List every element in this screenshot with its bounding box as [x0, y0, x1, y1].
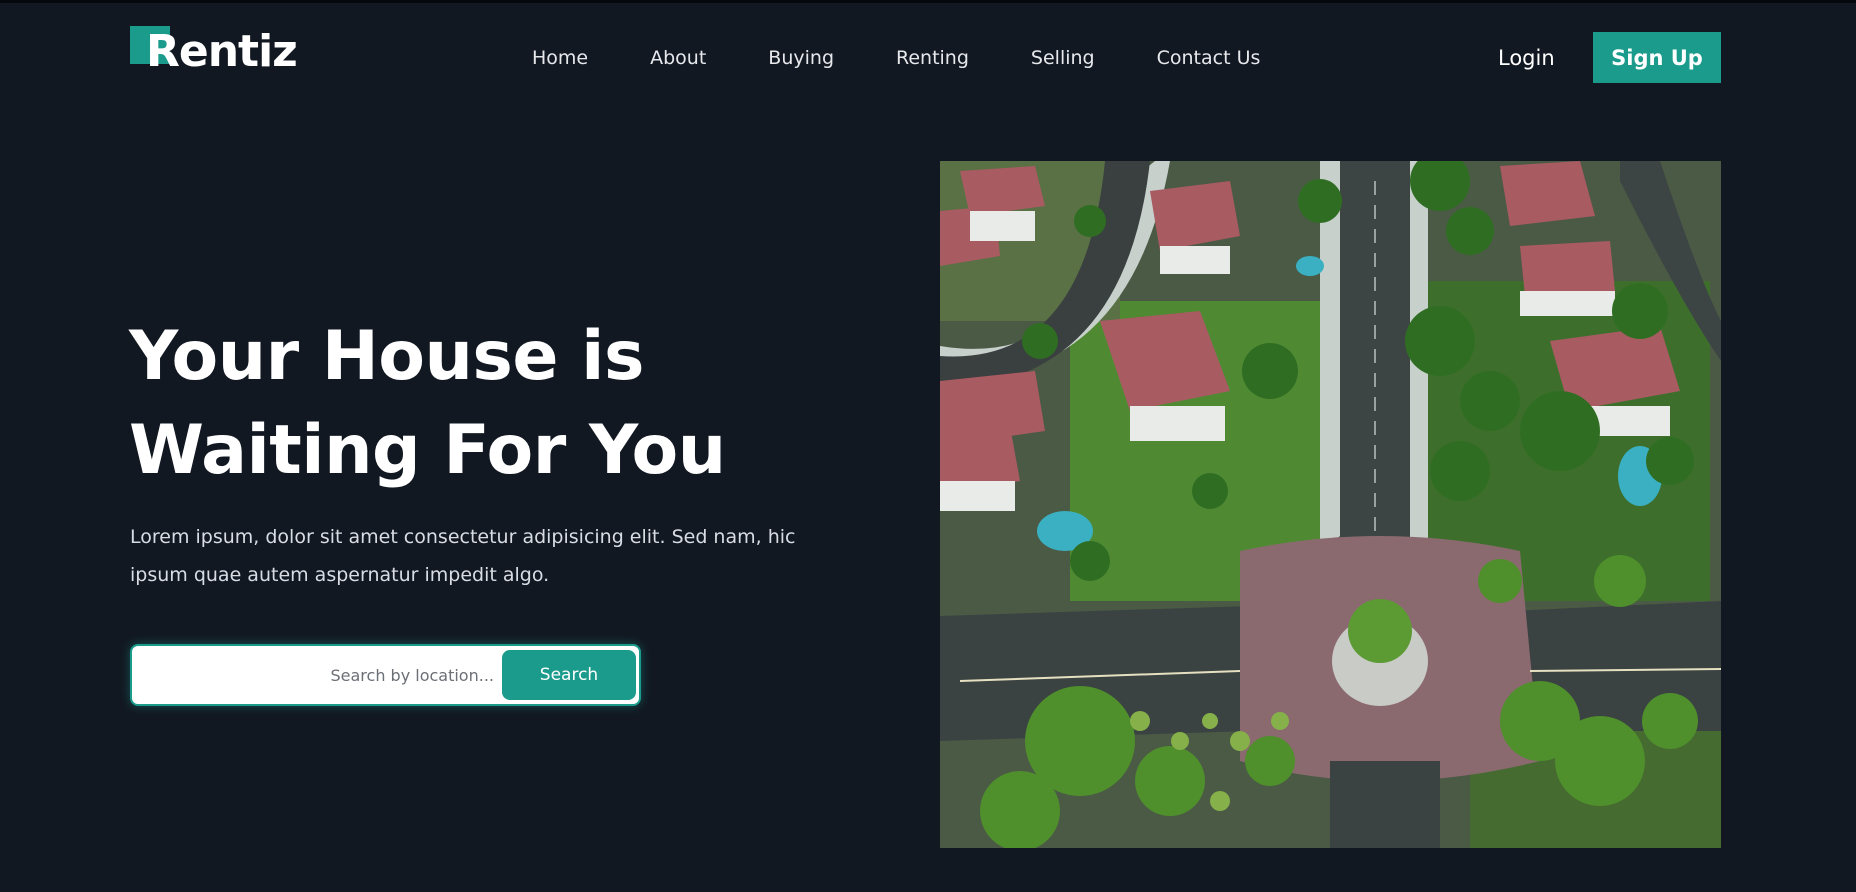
- nav-item-contact-us[interactable]: Contact Us: [1157, 46, 1261, 70]
- aerial-neighborhood-illustration: [940, 161, 1721, 848]
- hero-title: Your House is Waiting For You: [129, 310, 889, 498]
- top-border: [0, 0, 1856, 3]
- hero-description: Lorem ipsum, dolor sit amet consectetur …: [130, 526, 796, 586]
- search-input[interactable]: [138, 652, 508, 698]
- hero-image: [940, 161, 1721, 848]
- brand-logo[interactable]: Rentiz: [130, 26, 300, 78]
- login-link[interactable]: Login: [1498, 42, 1555, 74]
- nav-item-buying[interactable]: Buying: [768, 46, 834, 70]
- nav-item-about[interactable]: About: [650, 46, 706, 70]
- logo-text: Rentiz: [146, 26, 298, 77]
- signup-button[interactable]: Sign Up: [1593, 32, 1721, 83]
- search-button[interactable]: Search: [502, 650, 636, 700]
- nav-item-renting[interactable]: Renting: [896, 46, 969, 70]
- main-nav: Home About Buying Renting Selling Contac…: [532, 46, 1260, 70]
- hero-title-line-1: Your House is: [129, 317, 644, 396]
- nav-item-selling[interactable]: Selling: [1031, 46, 1095, 70]
- search-bar: Search: [130, 644, 641, 706]
- nav-item-home[interactable]: Home: [532, 46, 588, 70]
- hero-title-line-2: Waiting For You: [129, 411, 726, 490]
